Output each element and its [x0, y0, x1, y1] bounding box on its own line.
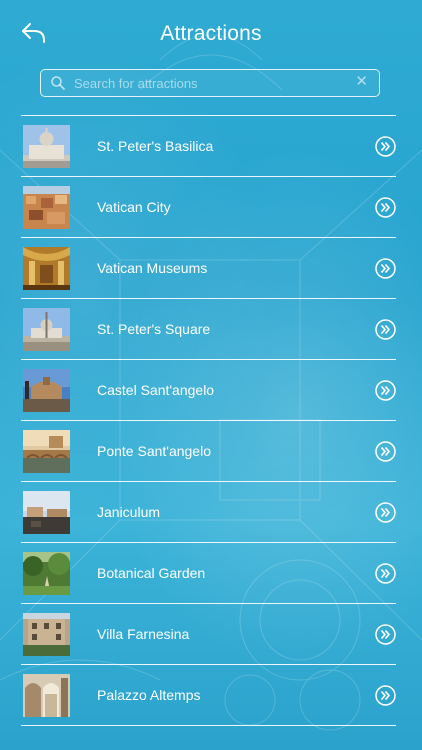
- open-item-button[interactable]: [375, 685, 396, 706]
- thumbnail-vatican-city: [23, 186, 70, 229]
- page-title: Attractions: [160, 22, 262, 45]
- list-item[interactable]: Palazzo Altemps: [21, 665, 396, 725]
- list-item-label: Castel Sant'angelo: [97, 382, 215, 398]
- list-item[interactable]: St. Peter's Square: [21, 299, 396, 359]
- open-item-button[interactable]: [375, 319, 396, 340]
- thumbnail-museums: [23, 247, 70, 290]
- open-item-button[interactable]: [375, 624, 396, 645]
- list-item[interactable]: Ponte Sant'angelo: [21, 421, 396, 481]
- list-item[interactable]: Janiculum: [21, 482, 396, 542]
- search-input[interactable]: [74, 72, 344, 94]
- list-item-label: Ponte Sant'angelo: [97, 443, 211, 459]
- list-item-label: St. Peter's Basilica: [97, 138, 214, 154]
- list-item-label: Botanical Garden: [97, 565, 206, 581]
- thumbnail-castel: [23, 369, 70, 412]
- double-chevron-right-icon: [375, 197, 396, 218]
- double-chevron-right-icon: [375, 319, 396, 340]
- thumbnail-basilica: [23, 125, 70, 168]
- attractions-list: St. Peter's Basilica Vatican City Vatica…: [21, 115, 396, 726]
- list-item[interactable]: Botanical Garden: [21, 543, 396, 603]
- double-chevron-right-icon: [375, 685, 396, 706]
- open-item-button[interactable]: [375, 563, 396, 584]
- search-icon: [51, 76, 65, 90]
- list-item[interactable]: Vatican Museums: [21, 238, 396, 298]
- header: Attractions: [0, 0, 422, 68]
- list-item[interactable]: Vatican City: [21, 177, 396, 237]
- thumbnail-ponte: [23, 430, 70, 473]
- double-chevron-right-icon: [375, 136, 396, 157]
- list-item[interactable]: St. Peter's Basilica: [21, 116, 396, 176]
- double-chevron-right-icon: [375, 380, 396, 401]
- double-chevron-right-icon: [375, 441, 396, 462]
- open-item-button[interactable]: [375, 258, 396, 279]
- open-item-button[interactable]: [375, 502, 396, 523]
- list-item-label: St. Peter's Square: [97, 321, 211, 337]
- open-item-button[interactable]: [375, 197, 396, 218]
- thumbnail-palazzo: [23, 674, 70, 717]
- thumbnail-square: [23, 308, 70, 351]
- thumbnail-janiculum: [23, 491, 70, 534]
- open-item-button[interactable]: [375, 441, 396, 462]
- list-item-label: Vatican Museums: [97, 260, 208, 276]
- open-item-button[interactable]: [375, 136, 396, 157]
- list-item[interactable]: Castel Sant'angelo: [21, 360, 396, 420]
- search-bar: ✕: [40, 69, 380, 97]
- open-item-button[interactable]: [375, 380, 396, 401]
- double-chevron-right-icon: [375, 258, 396, 279]
- list-item-label: Villa Farnesina: [97, 626, 190, 642]
- double-chevron-right-icon: [375, 624, 396, 645]
- thumbnail-garden: [23, 552, 70, 595]
- list-item[interactable]: Villa Farnesina: [21, 604, 396, 664]
- list-item-label: Vatican City: [97, 199, 171, 215]
- double-chevron-right-icon: [375, 502, 396, 523]
- list-item-label: Palazzo Altemps: [97, 687, 201, 703]
- thumbnail-villa: [23, 613, 70, 656]
- clear-icon[interactable]: ✕: [355, 73, 368, 91]
- list-divider: [21, 725, 396, 726]
- list-item-label: Janiculum: [97, 504, 161, 520]
- double-chevron-right-icon: [375, 563, 396, 584]
